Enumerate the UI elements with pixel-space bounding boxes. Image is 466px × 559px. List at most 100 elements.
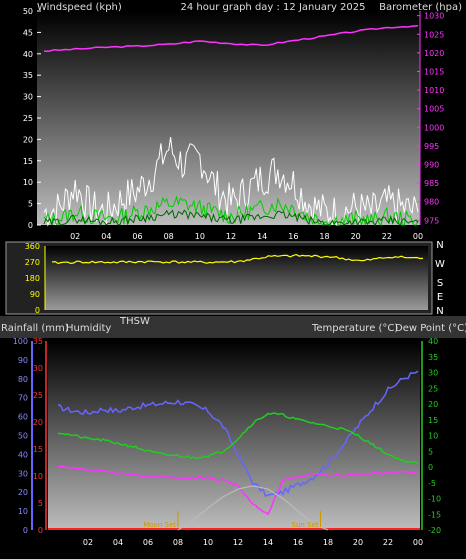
barometer-tick-label: 980 — [424, 198, 439, 207]
wind-axis-title: Windspeed (kph) — [37, 2, 122, 13]
wind-x-tick-label: 16 — [288, 232, 298, 241]
humidity-tick-label: 20 — [18, 488, 28, 497]
wind-tick-label: 25 — [23, 114, 33, 123]
barometer-tick-label: 1015 — [424, 67, 444, 76]
weather-chart: Windspeed (kph) 24 hour graph day : 12 J… — [0, 0, 466, 547]
temp-x-tick-label: 10 — [203, 538, 213, 547]
temp-x-tick-label: 04 — [113, 538, 123, 547]
humidity-tick-label: 50 — [18, 432, 28, 441]
temperature-tick-label: 35 — [428, 353, 438, 362]
temp-x-tick-label: 12 — [233, 538, 243, 547]
rain-tick-label: 20 — [33, 418, 43, 427]
humidity-tick-label: 40 — [18, 450, 28, 459]
direction-tick-label: 360 — [25, 242, 40, 251]
wind-tick-label: 35 — [23, 71, 33, 80]
temperature-tick-label: 10 — [428, 432, 438, 441]
humidity-tick-label: 70 — [18, 394, 28, 403]
wind-x-tick-label: 00 — [413, 232, 423, 241]
temp-plot-bg — [48, 341, 420, 530]
wind-tick-label: 20 — [23, 135, 33, 144]
barometer-tick-label: 995 — [424, 142, 439, 151]
temp-x-tick-label: 20 — [353, 538, 363, 547]
wind-x-tick-label: 06 — [132, 232, 142, 241]
barometer-tick-label: 985 — [424, 179, 439, 188]
rain-tick-label: 0 — [38, 526, 43, 535]
humidity-axis-title: Humidity — [66, 323, 111, 334]
temp-x-tick-label: 00 — [413, 538, 423, 547]
humidity-tick-label: 80 — [18, 375, 28, 384]
dewpoint-axis-title: Dew Point (°C) — [395, 323, 466, 334]
rain-tick-label: 15 — [33, 445, 43, 454]
temperature-axis-title: Temperature (°C) — [311, 323, 398, 334]
wind-tick-label: 40 — [23, 50, 33, 59]
temp-x-tick-label: 22 — [383, 538, 393, 547]
wind-tick-label: 45 — [23, 28, 33, 37]
direction-tick-label: 180 — [25, 274, 40, 283]
compass-label: W — [435, 259, 445, 270]
marker-label: Sun Set — [291, 521, 318, 529]
wind-tick-label: 50 — [23, 7, 33, 16]
wind-tick-label: 30 — [23, 93, 33, 102]
direction-plot-bg — [45, 246, 428, 310]
wind-x-tick-label: 14 — [257, 232, 267, 241]
temp-x-tick-label: 06 — [143, 538, 153, 547]
temp-x-tick-label: 18 — [323, 538, 333, 547]
temp-x-tick-label: 02 — [83, 538, 93, 547]
compass-label: S — [437, 278, 443, 289]
rain-tick-label: 10 — [33, 472, 43, 481]
temp-x-tick-label: 16 — [293, 538, 303, 547]
temperature-tick-label: -15 — [428, 510, 441, 519]
barometer-tick-label: 1000 — [424, 123, 444, 132]
direction-tick-label: 90 — [30, 290, 40, 299]
wind-x-tick-label: 18 — [319, 232, 329, 241]
wind-x-tick-label: 04 — [101, 232, 111, 241]
thsw-label: THSW — [119, 316, 150, 327]
humidity-tick-label: 30 — [18, 469, 28, 478]
humidity-tick-label: 90 — [18, 356, 28, 365]
chart-title: 24 hour graph day : 12 January 2025 — [181, 2, 366, 13]
rain-tick-label: 5 — [38, 499, 43, 508]
humidity-tick-label: 60 — [18, 413, 28, 422]
temperature-tick-label: -5 — [428, 479, 436, 488]
compass-label: N — [436, 240, 443, 251]
rain-tick-label: 30 — [33, 364, 43, 373]
wind-x-tick-label: 12 — [226, 232, 236, 241]
rain-axis-title: Rainfall (mm) — [1, 323, 69, 334]
compass-label: N — [436, 306, 443, 317]
direction-tick-label: 270 — [25, 258, 40, 267]
temperature-tick-label: 30 — [428, 369, 438, 378]
temperature-tick-label: 0 — [428, 463, 433, 472]
humidity-tick-label: 10 — [18, 507, 28, 516]
wind-x-tick-label: 20 — [351, 232, 361, 241]
barometer-tick-label: 1005 — [424, 105, 444, 114]
temperature-tick-label: 5 — [428, 447, 433, 456]
temp-x-tick-label: 08 — [173, 538, 183, 547]
humidity-tick-label: 0 — [23, 526, 28, 535]
barometer-tick-label: 990 — [424, 161, 439, 170]
temperature-tick-label: 40 — [428, 337, 438, 346]
temperature-tick-label: -10 — [428, 495, 441, 504]
wind-x-tick-label: 22 — [382, 232, 392, 241]
wind-tick-label: 15 — [23, 157, 33, 166]
temp-x-tick-label: 14 — [263, 538, 273, 547]
wind-tick-label: 0 — [28, 221, 33, 230]
barometer-axis-title: Barometer (hpa) — [379, 2, 462, 13]
wind-x-tick-label: 02 — [70, 232, 80, 241]
humidity-tick-label: 100 — [13, 337, 28, 346]
wind-tick-label: 10 — [23, 178, 33, 187]
wind-tick-label: 5 — [28, 200, 33, 209]
temperature-tick-label: 25 — [428, 384, 438, 393]
barometer-tick-label: 1020 — [424, 49, 444, 58]
barometer-tick-label: 975 — [424, 216, 439, 225]
wind-x-tick-label: 08 — [164, 232, 174, 241]
temperature-tick-label: 15 — [428, 416, 438, 425]
barometer-tick-label: 1010 — [424, 86, 444, 95]
barometer-tick-label: 1025 — [424, 30, 444, 39]
wind-x-tick-label: 10 — [195, 232, 205, 241]
marker-label: Moon Set — [143, 521, 176, 529]
barometer-tick-label: 1030 — [424, 12, 444, 21]
rain-tick-label: 25 — [33, 391, 43, 400]
rain-tick-label: 35 — [33, 337, 43, 346]
direction-tick-label: 0 — [35, 306, 40, 315]
compass-label: E — [437, 292, 443, 303]
